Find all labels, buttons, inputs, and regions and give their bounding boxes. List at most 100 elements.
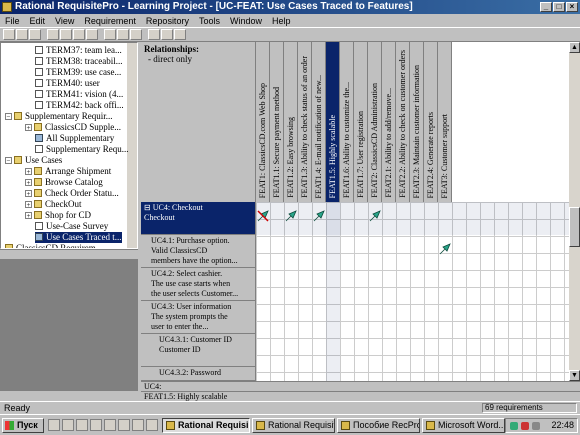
menu-repository[interactable]: Repository <box>141 16 194 26</box>
selected-row-highlight <box>256 202 569 235</box>
expand-icon[interactable]: + <box>25 201 32 209</box>
tree-item[interactable]: TERM40: user <box>35 78 100 89</box>
collapse-icon[interactable]: − <box>5 157 12 165</box>
menu-edit[interactable]: Edit <box>25 16 51 26</box>
start-button[interactable]: Пуск <box>2 418 44 433</box>
network-tray-icon[interactable] <box>510 422 518 430</box>
filter-icon[interactable] <box>161 29 173 40</box>
column-header[interactable]: FEAT3: Customer support <box>438 42 452 202</box>
menu-view[interactable]: View <box>50 16 79 26</box>
ie-quicklaunch-icon[interactable] <box>132 419 144 431</box>
tree-item[interactable]: + ClassicsCD Supple... <box>25 122 121 133</box>
trace-arrow-icon[interactable] <box>369 210 381 222</box>
tree-item[interactable]: + Arrange Shipment <box>25 166 111 177</box>
menu-window[interactable]: Window <box>225 16 267 26</box>
tree-item[interactable]: TERM39: use case... <box>35 67 121 78</box>
maximize-button[interactable]: □ <box>553 2 565 12</box>
excel-quicklaunch-icon[interactable] <box>118 419 130 431</box>
suspect-trace-icon[interactable] <box>257 210 269 222</box>
print-icon[interactable] <box>47 29 59 40</box>
trace-arrow-icon[interactable] <box>439 243 451 255</box>
new-icon[interactable] <box>3 29 15 40</box>
column-header[interactable]: FEAT1.7: User registration <box>354 42 368 202</box>
column-header[interactable]: FEAT1.3: Ability to check status of an o… <box>298 42 312 202</box>
column-header[interactable]: FEAT2: ClassicsCD Administration <box>368 42 382 202</box>
expand-icon[interactable]: + <box>25 190 32 198</box>
help-icon[interactable] <box>174 29 186 40</box>
open-icon[interactable] <box>16 29 28 40</box>
save-icon[interactable] <box>29 29 41 40</box>
relationships-filter[interactable]: - direct only <box>144 54 252 64</box>
menu-requirement[interactable]: Requirement <box>79 16 141 26</box>
expand-icon[interactable]: + <box>25 124 32 132</box>
tree-item[interactable]: + Shop for CD <box>25 210 91 221</box>
scroll-thumb[interactable] <box>569 207 580 247</box>
menu-help[interactable]: Help <box>267 16 296 26</box>
word-quicklaunch-icon[interactable] <box>104 419 116 431</box>
expand-icon[interactable]: + <box>25 168 32 176</box>
tree-item[interactable]: TERM41: vision (4... <box>35 89 123 100</box>
tree-item[interactable]: TERM38: traceabil... <box>35 56 122 67</box>
cut-icon[interactable] <box>60 29 72 40</box>
row-header[interactable]: UC4.3.2: Password <box>141 367 256 381</box>
tree-item[interactable]: TERM42: back offi... <box>35 100 124 111</box>
row-header[interactable]: UC4.3.1: Customer ID Customer ID <box>141 334 256 367</box>
tree-item[interactable]: + Browse Catalog <box>25 177 103 188</box>
taskbar-task[interactable]: Microsoft Word... <box>422 418 505 433</box>
relationships-label: Relationships: <box>144 44 200 54</box>
tree-item[interactable]: Supplementary Requ... <box>35 144 129 155</box>
collapse-icon[interactable]: − <box>5 113 12 121</box>
column-header[interactable]: FEAT1.1: Secure payment method <box>270 42 284 202</box>
trace-arrow-icon[interactable] <box>285 210 297 222</box>
trace-arrow-icon[interactable] <box>313 210 325 222</box>
tree-item[interactable]: − Supplementary Requir... <box>5 111 113 122</box>
antivirus-tray-icon[interactable] <box>521 422 529 430</box>
row-header[interactable]: ⊟ UC4: Checkout Checkout <box>141 202 256 235</box>
minimize-button[interactable]: _ <box>540 2 552 12</box>
paste-icon[interactable] <box>86 29 98 40</box>
undo-icon[interactable] <box>104 29 116 40</box>
row-header[interactable]: UC4.2: Select cashier. The use case star… <box>141 268 256 301</box>
outlook-quicklaunch-icon[interactable] <box>146 419 158 431</box>
tree-item[interactable]: All Supplementary <box>35 133 114 144</box>
menu-file[interactable]: File <box>0 16 25 26</box>
column-header[interactable]: FEAT1.6: Ability to customize the... <box>340 42 354 202</box>
tree-item[interactable]: TERM37: team lea... <box>35 45 122 56</box>
tree-vertical-scrollbar[interactable] <box>127 43 137 248</box>
column-header[interactable]: FEAT1.5: Highly scalable <box>326 42 340 202</box>
tree-item[interactable]: Use Cases Traced t... <box>35 232 122 243</box>
taskbar-task[interactable]: Пособие RecPro... <box>337 418 420 433</box>
copy-icon[interactable] <box>73 29 85 40</box>
menu-tools[interactable]: Tools <box>194 16 225 26</box>
matrix-vertical-scrollbar[interactable]: ▲ ▼ <box>569 42 580 381</box>
taskbar-task[interactable]: Rational Requisi... <box>162 418 250 433</box>
column-header[interactable]: FEAT2.1: Ability to add/remove... <box>382 42 396 202</box>
expand-icon[interactable]: + <box>25 212 32 220</box>
scroll-down-button[interactable]: ▼ <box>569 370 580 381</box>
expand-icon[interactable]: + <box>25 179 32 187</box>
folder-icon <box>34 189 42 197</box>
tree-item[interactable]: Use-Case Survey <box>35 221 108 232</box>
browser-quicklaunch-icon[interactable] <box>62 419 74 431</box>
column-header[interactable]: FEAT1.2: Easy browsing <box>284 42 298 202</box>
mail-quicklaunch-icon[interactable] <box>76 419 88 431</box>
properties-icon[interactable] <box>117 29 129 40</box>
explorer-quicklaunch-icon[interactable] <box>90 419 102 431</box>
scroll-up-button[interactable]: ▲ <box>569 42 580 53</box>
column-header[interactable]: FEAT2.3: Maintain customer information <box>410 42 424 202</box>
column-header[interactable]: FEAT2.2: Ability to check on customer or… <box>396 42 410 202</box>
column-header[interactable]: FEAT2.4: Generate reports <box>424 42 438 202</box>
column-header[interactable]: FEAT1: ClassicsCD.com Web Shop <box>256 42 270 202</box>
row-header[interactable]: UC4.3: User information The system promp… <box>141 301 256 334</box>
desktop-quicklaunch-icon[interactable] <box>48 419 60 431</box>
row-header[interactable]: UC4.1: Purchase option. Valid ClassicsCD… <box>141 235 256 268</box>
trace-icon[interactable] <box>148 29 160 40</box>
column-header[interactable]: FEAT1.4: E-mail notification of new... <box>312 42 326 202</box>
tree-item[interactable]: + Check Order Statu... <box>25 188 119 199</box>
volume-tray-icon[interactable] <box>532 422 540 430</box>
tree-item[interactable]: + CheckOut <box>25 199 82 210</box>
close-button[interactable]: × <box>566 2 578 12</box>
tree-item[interactable]: − Use Cases <box>5 155 62 166</box>
query-icon[interactable] <box>130 29 142 40</box>
taskbar-task[interactable]: Rational Requisite... <box>252 418 335 433</box>
